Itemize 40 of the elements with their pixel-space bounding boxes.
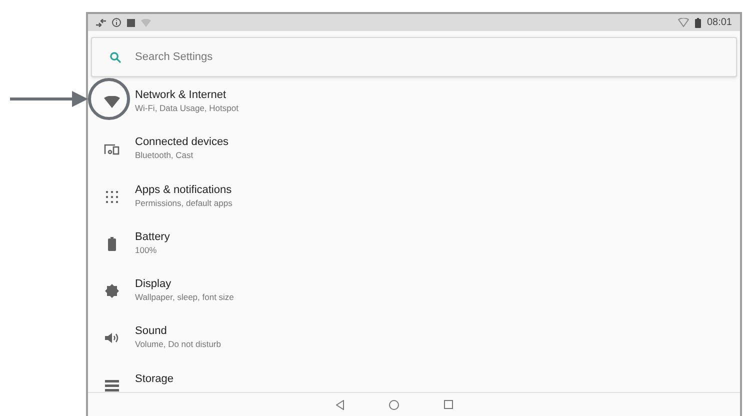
item-title: Storage <box>135 372 174 386</box>
item-subtitle: Volume, Do not disturb <box>135 338 221 350</box>
settings-item[interactable]: Battery 100% <box>88 230 740 278</box>
wifi-status-icon <box>141 18 151 26</box>
item-subtitle: Wallpaper, sleep, font size <box>135 291 234 304</box>
wifi-outline-icon <box>678 18 689 27</box>
settings-item[interactable]: Display Wallpaper, sleep, font size <box>88 277 740 324</box>
settings-item[interactable]: Apps & notifications Permissions, default apps <box>88 182 740 230</box>
grid-icon <box>106 190 118 203</box>
item-title: Battery <box>135 230 170 244</box>
settings-item[interactable]: Storage <box>88 372 740 392</box>
settings-item[interactable]: Network & Internet Wi-Fi, Data Usage, Hotspot <box>88 88 740 136</box>
brightness-icon <box>105 284 119 298</box>
recents-icon[interactable] <box>444 400 452 409</box>
back-icon[interactable] <box>336 400 344 410</box>
item-title: Apps & notifications <box>135 182 232 197</box>
item-title: Display <box>135 277 172 292</box>
item-title: Connected devices <box>135 135 229 150</box>
search-input[interactable]: Search Settings <box>135 48 435 66</box>
speaker-icon <box>105 332 119 344</box>
item-subtitle: Wi-Fi, Data Usage, Hotspot <box>135 102 238 114</box>
sync-icon <box>96 18 106 26</box>
settings-item[interactable]: Sound Volume, Do not disturb <box>88 324 740 372</box>
settings-item[interactable]: Connected devices Bluetooth, Cast <box>88 135 740 183</box>
home-icon[interactable] <box>388 400 398 410</box>
storage-icon <box>105 380 119 392</box>
status-time: 08:01 <box>706 16 732 30</box>
item-title: Network & Internet <box>135 88 228 102</box>
item-subtitle: Bluetooth, Cast <box>135 149 194 162</box>
item-title: Sound <box>135 324 168 338</box>
search-icon <box>110 52 121 62</box>
battery-icon <box>108 236 116 251</box>
devices-icon <box>104 143 120 156</box>
image-icon <box>127 18 135 26</box>
wifi-icon <box>104 96 120 108</box>
search-field[interactable]: Search Settings <box>91 37 737 77</box>
info-icon <box>112 18 121 27</box>
item-subtitle: 100% <box>135 244 158 256</box>
item-subtitle: Permissions, default apps <box>135 196 232 209</box>
battery-status-icon <box>694 18 701 28</box>
